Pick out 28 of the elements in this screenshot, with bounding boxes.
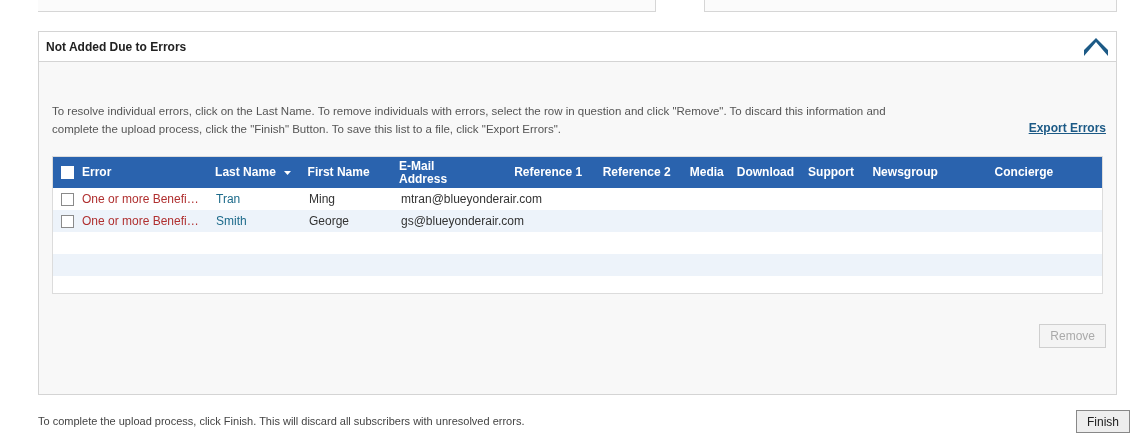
column-header[interactable]: Error (82, 166, 112, 179)
last-name-link[interactable]: Smith (216, 214, 247, 228)
column-header[interactable]: Reference 2 (602, 166, 671, 179)
column-header[interactable]: First Name (307, 166, 370, 179)
column-header[interactable]: Download (736, 166, 795, 179)
error-cell-text: One or more Benefi… (82, 191, 199, 208)
table-cell: George (309, 214, 350, 228)
checkbox[interactable] (61, 214, 74, 228)
section-title: Not Added Due to Errors (46, 38, 187, 56)
sort-down-icon (283, 170, 291, 175)
last-name-link[interactable]: Tran (216, 192, 241, 206)
column-header[interactable]: E-Mail Address (399, 159, 450, 186)
column-header[interactable]: Concierge (994, 166, 1054, 179)
checkbox[interactable] (61, 192, 74, 206)
column-header[interactable]: Last Name (215, 166, 292, 179)
chevron-up-icon[interactable] (1083, 35, 1109, 58)
table-cell: mtran@blueyonderair.com (401, 192, 542, 206)
instructions-text: To resolve individual errors, click on the Last Name. To remove individuals with errors, select the row in question and click "Remove". To discard this information and complete the upload process, click the "Finish" Button. To save this list to a file, click "Export Errors". (52, 104, 887, 137)
export-errors-link[interactable]: Export Errors (1028, 119, 1106, 137)
table-cell: Ming (309, 192, 335, 206)
table-cell: gs@blueyonderair.com (401, 214, 524, 228)
finish-button[interactable]: Finish (1076, 410, 1130, 433)
column-header[interactable]: Reference 1 (514, 166, 583, 179)
column-header[interactable]: Media (689, 166, 724, 179)
footer-text: To complete the upload process, click Finish. This will discard all subscribers with unresolved errors. (38, 414, 525, 430)
error-cell-text: One or more Benefi… (82, 213, 199, 230)
column-header[interactable]: Support (808, 166, 855, 179)
column-header[interactable]: Newsgroup (872, 166, 938, 179)
